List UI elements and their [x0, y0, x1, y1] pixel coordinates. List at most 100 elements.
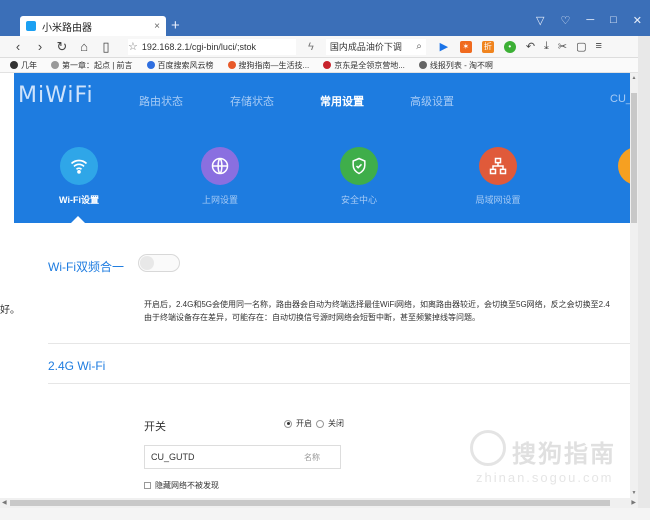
section-divider: [48, 343, 630, 344]
hide-network-option[interactable]: 隐藏网络不被发现: [144, 480, 219, 491]
bookmark-item[interactable]: 搜狗指南—生活技...: [227, 60, 309, 71]
search-box[interactable]: 国内成品油价下调 ⌕: [325, 38, 426, 55]
bookmark-icon: [146, 61, 155, 69]
watermark-text: 搜狗指南: [512, 441, 616, 468]
subnav-security[interactable]: 安全中心: [314, 147, 404, 206]
download-icon[interactable]: ⤓: [544, 40, 549, 53]
subnav-label: Wi-Fi设置: [59, 195, 99, 205]
reload-icon[interactable]: ↻: [54, 39, 70, 55]
globe-icon: [201, 147, 239, 185]
home-icon[interactable]: ⌂: [76, 39, 92, 54]
vertical-scroll-thumb[interactable]: [631, 93, 637, 223]
bag-icon[interactable]: ▢: [576, 40, 586, 53]
sogou-watermark: 搜狗指南 zhinan.sogou.com: [470, 428, 640, 488]
hide-network-checkbox[interactable]: [144, 482, 151, 489]
bookmarks-bar: 几年 第一章：起点 | 前言 百度搜索风云榜 搜狗指南—生活技... 京东是全领…: [0, 58, 650, 73]
minimize-icon[interactable]: ─: [586, 14, 594, 27]
back-icon[interactable]: ‹: [10, 39, 26, 54]
bookmark-icon: [10, 61, 18, 69]
radio-on-label[interactable]: 开启: [296, 418, 312, 429]
scroll-right-icon[interactable]: ▶: [631, 499, 636, 506]
scroll-up-icon[interactable]: ▲: [630, 75, 638, 81]
maximize-icon[interactable]: □: [610, 14, 617, 27]
nav-user[interactable]: CU_G: [610, 93, 630, 105]
subnav-label: 上网设置: [201, 195, 238, 205]
bookmark-icon: [323, 61, 332, 69]
subnav-system[interactable]: 系: [592, 147, 630, 206]
dual-band-toggle[interactable]: [138, 254, 180, 272]
bookmark-star-icon[interactable]: ☆: [128, 40, 138, 53]
section-divider: [48, 383, 630, 384]
toggle-knob: [140, 256, 154, 270]
search-icon[interactable]: ⌕: [416, 41, 422, 52]
hide-network-label: 隐藏网络不被发现: [155, 481, 219, 490]
bolt-icon[interactable]: ϟ: [308, 41, 314, 53]
search-text[interactable]: 国内成品油价下调: [330, 40, 402, 53]
radio-off-label[interactable]: 关闭: [328, 418, 344, 429]
active-indicator-arrow: [71, 216, 85, 223]
bookmark-item[interactable]: 第一章：起点 | 前言: [51, 60, 133, 71]
tab-title: 小米路由器: [42, 22, 92, 34]
bookmark-icon: [51, 61, 59, 69]
menu-icon[interactable]: ≡: [596, 40, 602, 53]
bookmark-item[interactable]: 京东是全领京营地...: [323, 60, 405, 71]
skin-icon[interactable]: ♡: [560, 14, 570, 27]
shield-icon: [340, 147, 378, 185]
nav-common-settings[interactable]: 常用设置: [320, 93, 364, 109]
bookmark-item[interactable]: 百度搜索风云榜: [146, 60, 214, 71]
watermark-url: zhinan.sogou.com: [476, 470, 614, 485]
browser-tab[interactable]: 小米路由器 ×: [20, 16, 166, 36]
wifi-switch-label: 开关: [144, 421, 166, 433]
bookmark-item[interactable]: 几年: [10, 60, 37, 71]
video-extension-icon[interactable]: ▶: [438, 41, 450, 53]
band24-title: 2.4G Wi-Fi: [48, 359, 106, 373]
discount-extension-icon[interactable]: 折: [481, 40, 494, 53]
subnav-wifi[interactable]: Wi-Fi设置: [34, 147, 124, 206]
system-icon: [618, 147, 630, 185]
bookmark-icon: [227, 61, 236, 69]
ssid-field-label: 名称: [304, 452, 320, 462]
ssid-input[interactable]: CU_GUTD 名称: [144, 445, 341, 469]
new-tab-button[interactable]: +: [171, 17, 180, 34]
extension-icons: ▶ ✶ 折 •: [438, 40, 516, 53]
nav-storage-status[interactable]: 存储状态: [230, 93, 274, 109]
subnav-lan[interactable]: 局域网设置: [453, 147, 543, 206]
watermark-logo-icon: [470, 430, 506, 466]
horizontal-scrollbar[interactable]: ◀ ▶: [0, 498, 638, 508]
subnav-label: 局域网设置: [475, 195, 521, 205]
scroll-left-icon[interactable]: ◀: [2, 499, 7, 506]
browser-tab-bar: 小米路由器 × + ▽ ♡ ─ □ ✕: [0, 0, 650, 36]
app-header: MiWiFi 路由状态 存储状态 常用设置 高级设置 CU_G Wi-Fi设置 …: [14, 73, 630, 223]
wifi-switch-radios: 开启 关闭: [284, 418, 344, 429]
dual-band-description: 开启后，2.4G和5G会使用同一名称，路由器会自动为终端选择最佳WiFi网络，如…: [144, 300, 610, 322]
address-url[interactable]: 192.168.2.1/cgi-bin/luci/;stok: [142, 42, 256, 52]
radio-off[interactable]: [316, 419, 324, 428]
address-bar[interactable]: ☆ 192.168.2.1/cgi-bin/luci/;stok: [128, 38, 296, 55]
scroll-down-icon[interactable]: ▼: [630, 490, 638, 496]
miwifi-logo: MiWiFi: [18, 83, 94, 108]
ssid-value[interactable]: CU_GUTD: [151, 452, 195, 462]
bookmark-item[interactable]: 线报列表 - 淘不啊: [418, 60, 493, 71]
reader-icon[interactable]: ▯: [98, 39, 114, 55]
shield-menu-icon[interactable]: ▽: [536, 14, 544, 27]
horizontal-scroll-thumb[interactable]: [10, 500, 610, 506]
lan-icon: [479, 147, 517, 185]
tab-close-icon[interactable]: ×: [154, 21, 160, 32]
dual-band-title: Wi-Fi双频合一: [48, 260, 124, 274]
forward-icon[interactable]: ›: [32, 39, 48, 54]
nav-advanced-settings[interactable]: 高级设置: [410, 93, 454, 109]
wechat-extension-icon[interactable]: •: [503, 40, 516, 53]
subnav-internet[interactable]: 上网设置: [175, 147, 265, 206]
close-window-icon[interactable]: ✕: [633, 14, 642, 27]
toolbar-tail: ↶ ⤓ ✂ ▢ ≡: [526, 40, 602, 53]
background-page: 好。: [0, 73, 20, 520]
router-favicon-icon: [26, 21, 36, 31]
nav-router-status[interactable]: 路由状态: [139, 93, 183, 109]
undo-icon[interactable]: ↶: [526, 40, 535, 53]
browser-toolbar: ‹ › ↻ ⌂ ▯ ☆ 192.168.2.1/cgi-bin/luci/;st…: [0, 36, 650, 58]
wifi-icon: [60, 147, 98, 185]
radio-on[interactable]: [284, 419, 292, 428]
subnav-label: 系: [592, 193, 630, 206]
fire-extension-icon[interactable]: ✶: [459, 40, 472, 53]
scissors-icon[interactable]: ✂: [558, 40, 567, 53]
